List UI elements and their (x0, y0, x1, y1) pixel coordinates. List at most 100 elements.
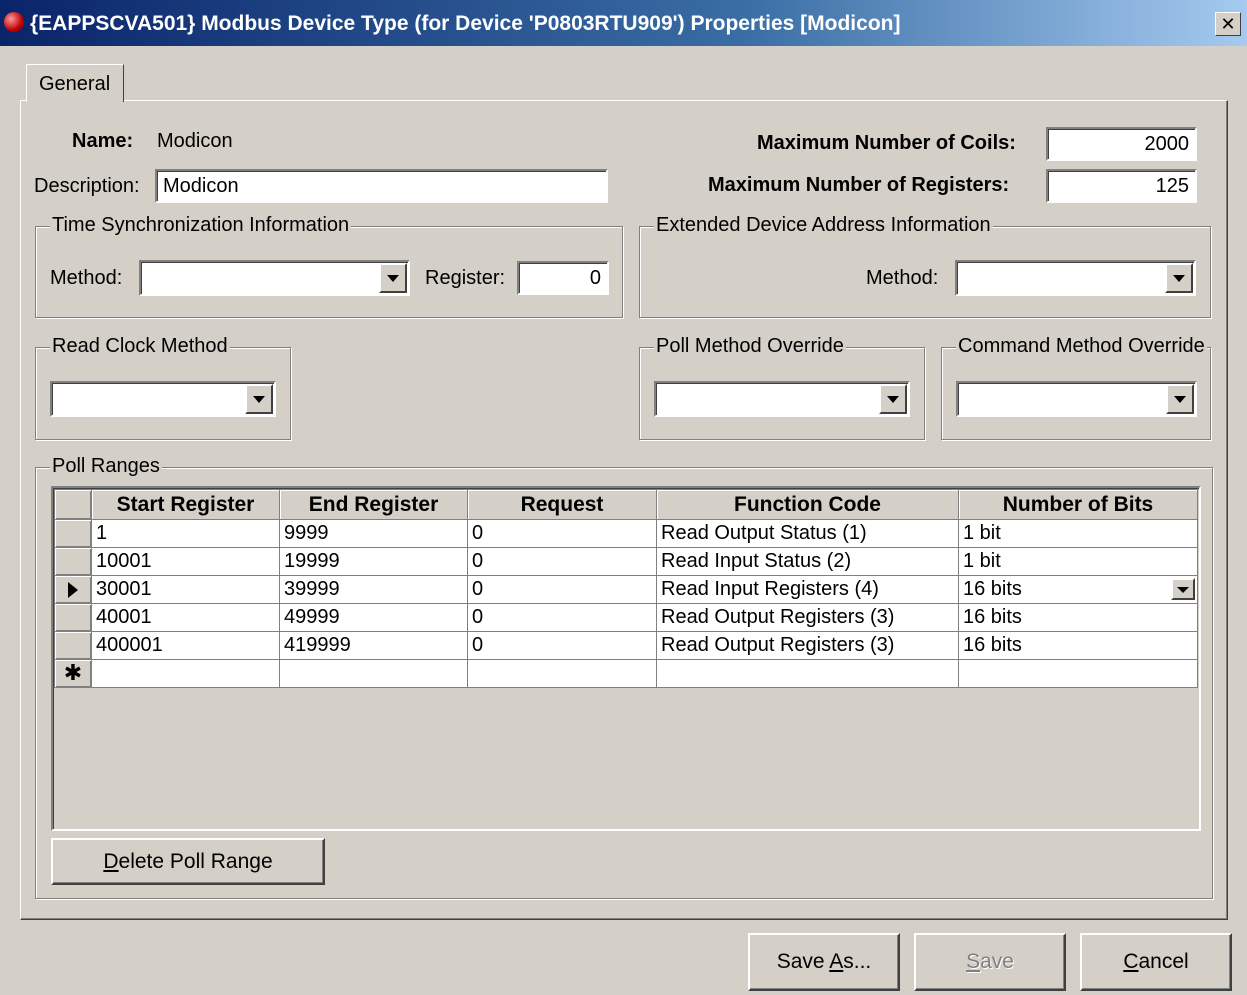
new-row-asterisk-icon: ✱ (63, 659, 83, 685)
cell-function-code[interactable]: Read Output Registers (3) (656, 603, 959, 632)
save-button[interactable]: Save (914, 933, 1066, 991)
close-icon[interactable]: ✕ (1215, 12, 1241, 36)
cell-function-code[interactable]: Read Output Registers (3) (656, 631, 959, 660)
row-selector-current[interactable] (54, 575, 92, 604)
extended-address-title: Extended Device Address Information (654, 214, 993, 237)
table-row-current[interactable]: 30001 39999 0 Read Input Registers (4) 1… (54, 575, 1198, 604)
cell-number-of-bits[interactable]: 1 bit (958, 547, 1198, 576)
cell-request[interactable]: 0 (467, 575, 657, 604)
cell-end-register[interactable]: 19999 (279, 547, 468, 576)
poll-ranges-grid[interactable]: Start Register End Register Request Func… (51, 486, 1201, 831)
cell-function-code[interactable]: Read Input Status (2) (656, 547, 959, 576)
row-selector-new[interactable]: ✱ (54, 659, 92, 688)
row-selector[interactable] (54, 547, 92, 576)
cell-number-of-bits-new[interactable] (958, 659, 1198, 688)
table-row[interactable]: 1 9999 0 Read Output Status (1) 1 bit (54, 519, 1198, 548)
chevron-down-icon[interactable] (1166, 384, 1194, 414)
save-as-mnemonic: A (829, 950, 844, 973)
cell-end-register[interactable]: 49999 (279, 603, 468, 632)
save-as-button[interactable]: Save As... (748, 933, 900, 991)
time-sync-title: Time Synchronization Information (50, 214, 352, 237)
save-mnemonic: S (966, 950, 981, 973)
cell-start-register[interactable]: 10001 (91, 547, 280, 576)
poll-override-select[interactable] (654, 381, 910, 417)
cell-start-register[interactable]: 40001 (91, 603, 280, 632)
cell-end-register[interactable]: 39999 (279, 575, 468, 604)
delete-poll-range-button[interactable]: Delete Poll Range (51, 838, 325, 885)
max-coils-field[interactable]: 2000 (1046, 127, 1197, 161)
poll-ranges-title: Poll Ranges (50, 455, 162, 478)
column-header-start-register[interactable]: Start Register (91, 489, 280, 520)
cell-end-register[interactable]: 9999 (279, 519, 468, 548)
cancel-label: ancel (1138, 950, 1189, 973)
time-sync-method-label: Method: (50, 267, 123, 289)
description-field[interactable]: Modicon (155, 169, 608, 203)
chevron-down-icon[interactable] (1165, 263, 1193, 293)
cell-start-register-new[interactable] (91, 659, 280, 688)
cell-start-register[interactable]: 30001 (91, 575, 280, 604)
row-selector[interactable] (54, 631, 92, 660)
max-registers-field[interactable]: 125 (1046, 169, 1197, 203)
save-as-label-pre: Save (776, 950, 830, 973)
cancel-mnemonic: C (1123, 950, 1139, 973)
table-row[interactable]: 10001 19999 0 Read Input Status (2) 1 bi… (54, 547, 1198, 576)
command-override-title: Command Method Override (956, 335, 1207, 358)
chevron-down-icon[interactable] (1171, 578, 1195, 600)
chevron-down-icon[interactable] (379, 263, 407, 293)
cell-end-register-new[interactable] (279, 659, 468, 688)
cell-number-of-bits-value: 16 bits (963, 578, 1022, 600)
poll-override-title: Poll Method Override (654, 335, 846, 358)
cell-request-new[interactable] (467, 659, 657, 688)
delete-poll-range-label: elete Poll Range (118, 850, 273, 873)
chevron-down-icon[interactable] (245, 384, 273, 414)
save-as-label-post: s... (843, 950, 872, 973)
time-sync-method-select[interactable] (139, 260, 410, 296)
command-override-select[interactable] (956, 381, 1197, 417)
time-sync-register-label: Register: (425, 267, 506, 289)
cell-request[interactable]: 0 (467, 631, 657, 660)
cell-function-code-new[interactable] (656, 659, 959, 688)
cell-number-of-bits-dropdown[interactable]: 16 bits (958, 575, 1198, 604)
row-selector-header[interactable] (54, 489, 92, 520)
poll-ranges-table: Start Register End Register Request Func… (54, 489, 1198, 688)
app-icon (4, 12, 24, 32)
save-label: ave (980, 950, 1014, 973)
table-row[interactable]: 400001 419999 0 Read Output Registers (3… (54, 631, 1198, 660)
extended-address-method-label: Method: (866, 267, 939, 289)
column-header-request[interactable]: Request (467, 489, 657, 520)
description-label: Description: (34, 175, 140, 197)
table-row[interactable]: 40001 49999 0 Read Output Registers (3) … (54, 603, 1198, 632)
cell-number-of-bits[interactable]: 16 bits (958, 603, 1198, 632)
cell-request[interactable]: 0 (467, 603, 657, 632)
chevron-down-icon[interactable] (879, 384, 907, 414)
title-bar[interactable]: {EAPPSCVA501} Modbus Device Type (for De… (0, 0, 1247, 46)
table-header-row: Start Register End Register Request Func… (54, 489, 1198, 520)
read-clock-title: Read Clock Method (50, 335, 230, 358)
cell-start-register[interactable]: 1 (91, 519, 280, 548)
cell-number-of-bits[interactable]: 16 bits (958, 631, 1198, 660)
cell-request[interactable]: 0 (467, 519, 657, 548)
time-sync-register-field[interactable]: 0 (517, 261, 609, 295)
cancel-button[interactable]: Cancel (1080, 933, 1232, 991)
name-label: Name: (72, 130, 134, 152)
extended-address-method-select[interactable] (955, 260, 1196, 296)
cell-function-code[interactable]: Read Output Status (1) (656, 519, 959, 548)
cell-start-register[interactable]: 400001 (91, 631, 280, 660)
name-value: Modicon (157, 130, 233, 152)
max-coils-label: Maximum Number of Coils: (757, 132, 1016, 154)
row-selector[interactable] (54, 519, 92, 548)
table-row-new[interactable]: ✱ (54, 659, 1198, 688)
cell-number-of-bits[interactable]: 1 bit (958, 519, 1198, 548)
column-header-number-of-bits[interactable]: Number of Bits (958, 489, 1198, 520)
column-header-end-register[interactable]: End Register (279, 489, 468, 520)
max-registers-label: Maximum Number of Registers: (708, 174, 1010, 196)
cell-function-code[interactable]: Read Input Registers (4) (656, 575, 959, 604)
cell-request[interactable]: 0 (467, 547, 657, 576)
cell-end-register[interactable]: 419999 (279, 631, 468, 660)
current-row-arrow-icon (68, 581, 78, 598)
row-selector[interactable] (54, 603, 92, 632)
column-header-function-code[interactable]: Function Code (656, 489, 959, 520)
read-clock-select[interactable] (50, 381, 276, 417)
tab-general[interactable]: General (26, 64, 124, 102)
window-title: {EAPPSCVA501} Modbus Device Type (for De… (30, 12, 901, 35)
